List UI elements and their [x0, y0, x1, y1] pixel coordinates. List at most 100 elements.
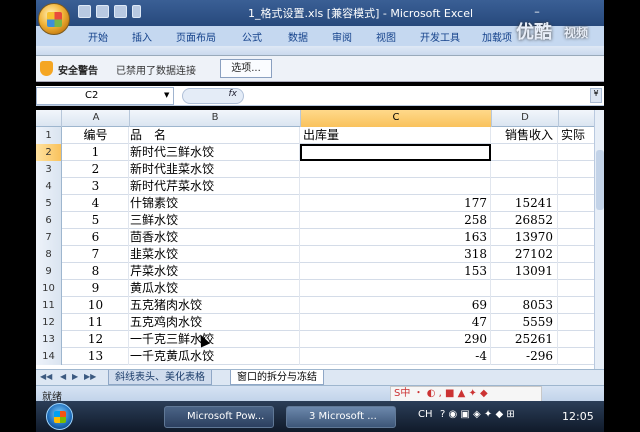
first-sheet-icon[interactable]: ◀◀: [40, 372, 52, 381]
row-header[interactable]: 3: [36, 161, 62, 178]
cell[interactable]: 黄瓜水饺: [130, 280, 300, 297]
cell[interactable]: 3: [63, 178, 129, 195]
column-header-d[interactable]: D: [492, 110, 559, 127]
cell[interactable]: 五克鸡肉水饺: [130, 314, 300, 331]
tab-data[interactable]: 数据: [288, 29, 308, 44]
cell[interactable]: 13091: [492, 263, 558, 280]
cell[interactable]: 7: [63, 246, 129, 263]
cell[interactable]: 什锦素饺: [130, 195, 300, 212]
cell[interactable]: 1: [63, 144, 129, 161]
cell[interactable]: [301, 161, 491, 178]
cell[interactable]: 25261: [492, 331, 558, 348]
options-button[interactable]: 选项...: [220, 59, 272, 78]
save-icon[interactable]: [78, 5, 91, 18]
cell[interactable]: [492, 161, 558, 178]
row-header[interactable]: 12: [36, 314, 62, 331]
cell[interactable]: 一千克黄瓜水饺: [130, 348, 300, 365]
row-header[interactable]: 11: [36, 297, 62, 314]
tab-review[interactable]: 审阅: [332, 29, 352, 44]
row-header[interactable]: 10: [36, 280, 62, 297]
cell[interactable]: 编号: [63, 127, 129, 144]
cell[interactable]: -296: [492, 348, 558, 365]
cell[interactable]: 三鲜水饺: [130, 212, 300, 229]
cell[interactable]: 177: [301, 195, 491, 212]
cell[interactable]: [301, 178, 491, 195]
next-sheet-icon[interactable]: ▶: [72, 372, 78, 381]
cell[interactable]: 5: [63, 212, 129, 229]
scrollbar-thumb[interactable]: [596, 150, 604, 210]
cell[interactable]: 新时代芹菜水饺: [130, 178, 300, 195]
tab-insert[interactable]: 插入: [132, 29, 152, 44]
row-header[interactable]: 1: [36, 127, 62, 144]
cell[interactable]: 12: [63, 331, 129, 348]
cell[interactable]: 8: [63, 263, 129, 280]
cell[interactable]: [492, 144, 558, 161]
tray-icons[interactable]: ? ◉ ▣ ◈ ✦ ◆ ⊞: [440, 409, 515, 420]
row-header[interactable]: 8: [36, 246, 62, 263]
vertical-scrollbar[interactable]: [594, 110, 604, 369]
cell[interactable]: 290: [301, 331, 491, 348]
cell[interactable]: 品 名: [130, 127, 300, 144]
row-header[interactable]: 5: [36, 195, 62, 212]
row-header[interactable]: 13: [36, 331, 62, 348]
cell[interactable]: [492, 280, 558, 297]
cell[interactable]: 一千克三鲜水饺: [130, 331, 300, 348]
column-header-b[interactable]: B: [130, 110, 301, 127]
select-all-corner[interactable]: [36, 110, 62, 127]
start-button[interactable]: [46, 403, 73, 430]
column-header-c[interactable]: C: [301, 110, 492, 127]
cell[interactable]: 出库量: [301, 127, 491, 144]
cell[interactable]: 芹菜水饺: [130, 263, 300, 280]
cell[interactable]: 6: [63, 229, 129, 246]
tab-home[interactable]: 开始: [88, 29, 108, 44]
taskbar-item-excel[interactable]: 3 Microsoft ...: [286, 406, 396, 428]
sheet-tab[interactable]: 斜线表头、美化表格: [108, 370, 212, 385]
cell[interactable]: 茴香水饺: [130, 229, 300, 246]
ime-toolbar[interactable]: S中 ・ ◐ , ■ ▲ ✦ ◆: [390, 386, 542, 402]
row-header[interactable]: 2: [36, 144, 62, 161]
cell[interactable]: 318: [301, 246, 491, 263]
row-header[interactable]: 6: [36, 212, 62, 229]
insert-function-button[interactable]: fx: [182, 88, 244, 104]
cell[interactable]: 13970: [492, 229, 558, 246]
cell[interactable]: 27102: [492, 246, 558, 263]
cell[interactable]: 9: [63, 280, 129, 297]
undo-icon[interactable]: [96, 5, 109, 18]
cell[interactable]: 47: [301, 314, 491, 331]
redo-icon[interactable]: [114, 5, 127, 18]
cell[interactable]: 11: [63, 314, 129, 331]
prev-sheet-icon[interactable]: ◀: [60, 372, 66, 381]
active-cell-selection[interactable]: [300, 144, 491, 161]
cell[interactable]: 五克猪肉水饺: [130, 297, 300, 314]
cell[interactable]: [492, 178, 558, 195]
cell[interactable]: 4: [63, 195, 129, 212]
cell[interactable]: 新时代三鲜水饺: [130, 144, 300, 161]
name-box-dropdown-icon[interactable]: ▼: [164, 91, 169, 99]
cell[interactable]: -4: [301, 348, 491, 365]
cell[interactable]: 163: [301, 229, 491, 246]
row-header[interactable]: 9: [36, 263, 62, 280]
cell[interactable]: 10: [63, 297, 129, 314]
cell[interactable]: 258: [301, 212, 491, 229]
qat-dropdown-icon[interactable]: [132, 5, 141, 18]
cell[interactable]: 26852: [492, 212, 558, 229]
row-header[interactable]: 7: [36, 229, 62, 246]
cell[interactable]: 韭菜水饺: [130, 246, 300, 263]
name-box[interactable]: C2: [36, 87, 174, 105]
tab-view[interactable]: 视图: [376, 29, 396, 44]
clock[interactable]: 12:05: [562, 410, 594, 423]
cell[interactable]: 13: [63, 348, 129, 365]
cell[interactable]: 15241: [492, 195, 558, 212]
cell[interactable]: 2: [63, 161, 129, 178]
row-header[interactable]: 4: [36, 178, 62, 195]
last-sheet-icon[interactable]: ▶▶: [84, 372, 96, 381]
row-header[interactable]: 14: [36, 348, 62, 365]
cell[interactable]: 销售收入: [492, 127, 558, 144]
column-header-a[interactable]: A: [63, 110, 130, 127]
cell[interactable]: [301, 280, 491, 297]
formula-bar-expand-button[interactable]: ¥: [590, 88, 602, 103]
sheet-tab-active[interactable]: 窗口的拆分与冻结: [230, 370, 324, 385]
language-indicator[interactable]: CH: [418, 409, 433, 420]
taskbar-item-powerpoint[interactable]: Microsoft Pow...: [164, 406, 274, 428]
cell[interactable]: 8053: [492, 297, 558, 314]
